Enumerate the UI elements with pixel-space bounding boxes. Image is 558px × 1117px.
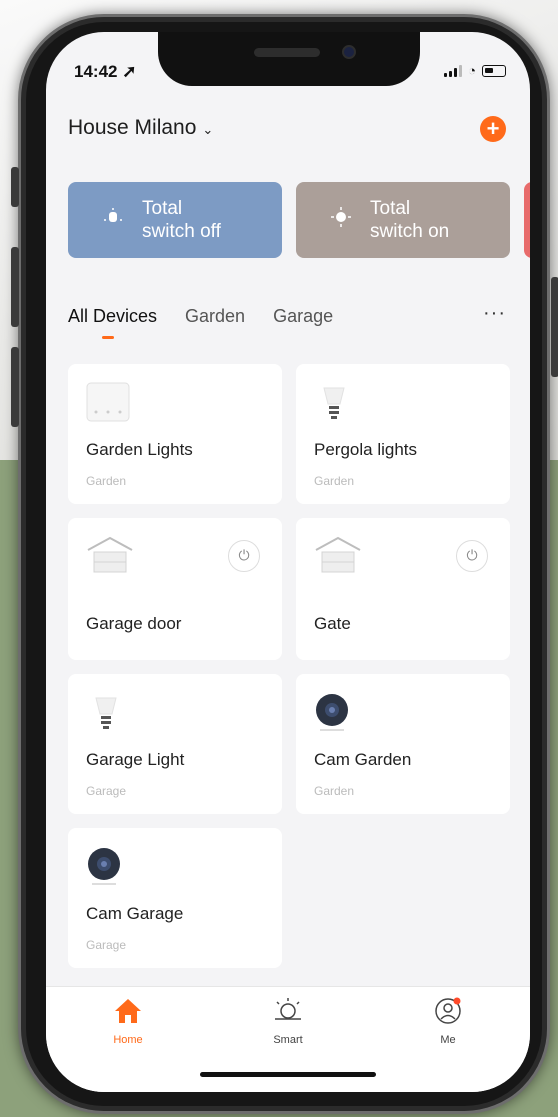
camera-icon xyxy=(86,846,126,893)
tab-me[interactable]: Me xyxy=(408,997,488,1046)
device-room: Garage xyxy=(86,938,127,952)
status-icons: ◔ xyxy=(444,63,506,78)
tab-garden[interactable]: Garden xyxy=(185,306,245,346)
tab-smart[interactable]: Smart xyxy=(248,997,328,1046)
volume-up-button xyxy=(11,247,19,327)
camera-icon xyxy=(314,692,354,739)
device-name: Garage Light xyxy=(86,750,185,769)
battery-icon xyxy=(482,64,506,77)
lamp-off-icon xyxy=(102,206,124,234)
room-tabs: All Devices Garden Garage xyxy=(68,306,508,346)
device-card[interactable]: Cam Garden Garden xyxy=(296,674,510,814)
device-name: Cam Garden xyxy=(314,750,412,769)
tab-home-label: Home xyxy=(113,1034,143,1046)
user-icon xyxy=(433,997,463,1029)
scene-total-switch-off[interactable]: Total switch off xyxy=(68,182,282,258)
notch xyxy=(158,32,420,86)
scene-next-partial[interactable] xyxy=(524,182,530,258)
lamp-on-icon xyxy=(330,206,352,234)
power-toggle-button[interactable]: ⏻ xyxy=(456,540,488,572)
device-room: Garden xyxy=(314,784,355,798)
device-card[interactable]: Garage Light Garage xyxy=(68,674,282,814)
app-screen: 14:42 ➚ ◔ House Milano ⌄ + Total switch … xyxy=(46,32,530,1092)
sun-icon xyxy=(273,998,303,1029)
device-room: Garage xyxy=(86,784,127,798)
bulb-icon xyxy=(86,692,126,739)
mute-switch xyxy=(11,167,19,207)
add-device-button[interactable]: + xyxy=(480,116,506,142)
scene-total-switch-on[interactable]: Total switch on xyxy=(296,182,510,258)
home-indicator[interactable] xyxy=(200,1072,376,1077)
home-name: House Milano xyxy=(68,116,197,139)
device-name: Garden Lights xyxy=(86,440,193,459)
bulb-icon xyxy=(314,382,354,429)
status-time: 14:42 ➚ xyxy=(74,62,137,81)
device-room: Garden xyxy=(86,474,127,488)
tab-me-label: Me xyxy=(440,1034,456,1046)
home-icon xyxy=(113,999,143,1029)
power-toggle-button[interactable]: ⏻ xyxy=(228,540,260,572)
device-name: Gate xyxy=(314,614,351,633)
scene-label: Total switch on xyxy=(370,198,450,242)
device-name: Garage door xyxy=(86,614,182,633)
device-card[interactable]: ⏻ Gate xyxy=(296,518,510,660)
tab-home[interactable]: Home xyxy=(88,997,168,1046)
device-card[interactable]: ⏻ Garage door xyxy=(68,518,282,660)
device-card[interactable]: Cam Garage Garage xyxy=(68,828,282,968)
device-name: Cam Garage xyxy=(86,904,184,923)
more-icon[interactable]: ··· xyxy=(483,302,506,325)
signal-icon xyxy=(444,64,463,77)
home-selector[interactable]: House Milano ⌄ xyxy=(68,116,213,140)
power-side-button xyxy=(551,277,558,377)
scene-label: Total switch off xyxy=(142,198,221,242)
speaker xyxy=(254,48,320,57)
tab-all-devices[interactable]: All Devices xyxy=(68,306,157,346)
front-camera xyxy=(342,45,356,59)
device-card[interactable]: Pergola lights Garden xyxy=(296,364,510,504)
chevron-down-icon: ⌄ xyxy=(202,121,214,137)
device-card[interactable]: Garden Lights Garden xyxy=(68,364,282,504)
garage-icon xyxy=(314,536,362,579)
volume-down-button xyxy=(11,347,19,427)
switch-panel-icon xyxy=(86,382,130,427)
device-room: Garden xyxy=(314,474,355,488)
device-name: Pergola lights xyxy=(314,440,418,459)
wifi-icon: ◔ xyxy=(468,63,476,78)
tab-garage[interactable]: Garage xyxy=(273,306,333,346)
tab-smart-label: Smart xyxy=(273,1034,303,1046)
garage-icon xyxy=(86,536,134,579)
